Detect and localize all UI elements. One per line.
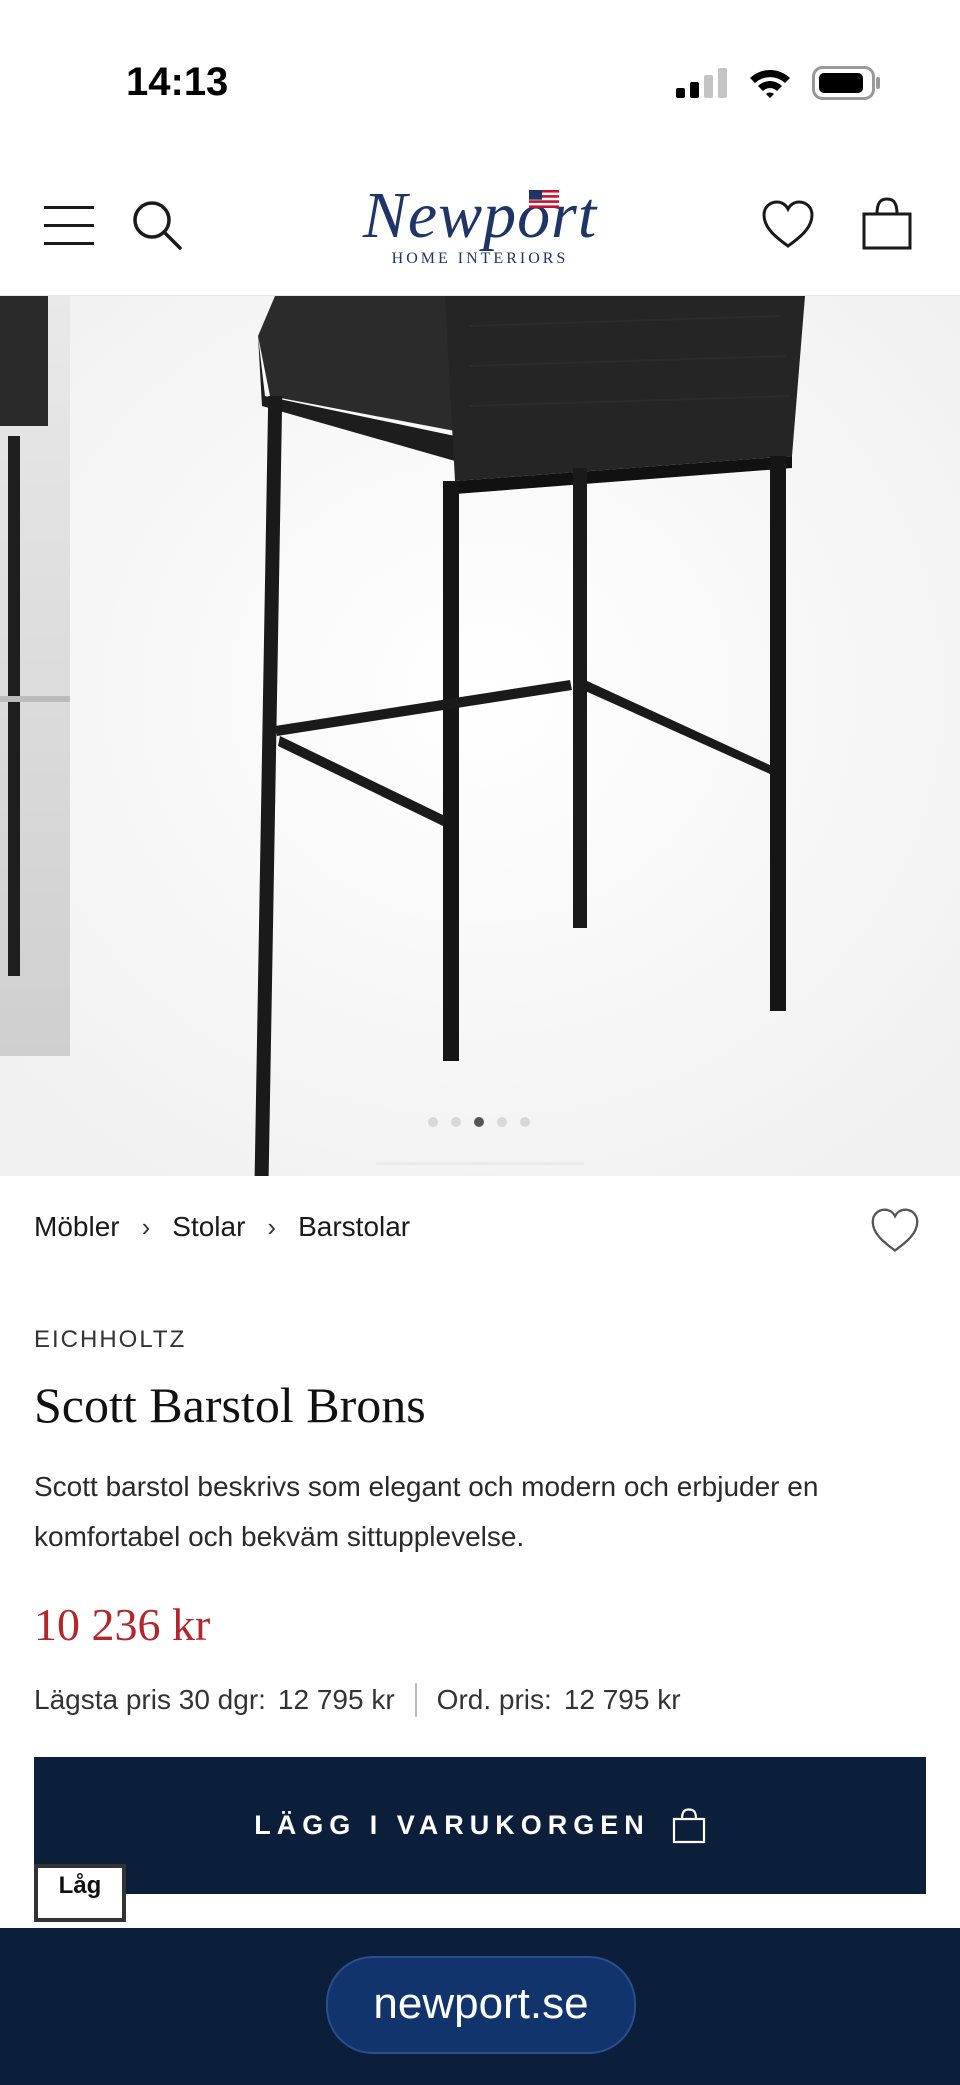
product-image[interactable] xyxy=(0,296,960,1176)
status-time: 14:13 xyxy=(126,60,229,104)
lowest-price-label: Lägsta pris 30 dgr: xyxy=(34,1684,266,1715)
breadcrumb-separator: › xyxy=(267,1211,277,1242)
add-to-cart-button[interactable]: LÄGG I VARUKORGEN xyxy=(34,1757,926,1894)
gallery-pagination xyxy=(428,1117,530,1127)
add-to-cart-label: LÄGG I VARUKORGEN xyxy=(254,1810,650,1840)
stock-status-badge: Låg xyxy=(34,1864,126,1922)
menu-line xyxy=(44,242,94,245)
ordinary-price-label: Ord. pris: xyxy=(436,1684,552,1715)
browser-bottom-bar: newport.se xyxy=(0,1928,960,2085)
search-button[interactable] xyxy=(130,198,184,252)
product-brand[interactable]: EICHHOLTZ xyxy=(34,1326,186,1354)
price-divider xyxy=(414,1683,417,1717)
pagination-dot[interactable] xyxy=(497,1117,507,1127)
menu-line xyxy=(44,224,94,227)
pagination-dot-active[interactable] xyxy=(474,1117,484,1127)
product-price: 10 236 kr xyxy=(34,1599,211,1650)
breadcrumb-separator: › xyxy=(141,1211,151,1242)
breadcrumb-item-barstolar[interactable]: Barstolar xyxy=(298,1211,410,1243)
ordinary-price-value: 12 795 kr xyxy=(563,1684,681,1715)
address-bar[interactable]: newport.se xyxy=(326,1956,636,2054)
wifi-icon xyxy=(750,70,790,98)
pagination-dot[interactable] xyxy=(520,1117,530,1127)
product-description: Scott barstol beskrivs som elegant och m… xyxy=(34,1471,819,1552)
price-info: Lägsta pris 30 dgr: 12 795 kr Ord. pris:… xyxy=(34,1683,681,1717)
breadcrumb-item-mobler[interactable]: Möbler xyxy=(34,1211,120,1243)
product-title: Scott Barstol Brons xyxy=(34,1377,426,1433)
product-gallery[interactable] xyxy=(0,296,960,1176)
shopping-bag-icon xyxy=(862,197,912,250)
add-to-wishlist-button[interactable] xyxy=(868,1206,922,1256)
breadcrumb: Möbler › Stolar › Barstolar xyxy=(34,1211,410,1243)
site-logo[interactable]: Newport HOME INTERIORS xyxy=(330,178,630,288)
pagination-dot[interactable] xyxy=(428,1117,438,1127)
search-icon xyxy=(133,201,182,250)
breadcrumb-item-stolar[interactable]: Stolar xyxy=(172,1211,245,1243)
menu-button[interactable] xyxy=(44,204,94,246)
us-flag-icon xyxy=(529,190,559,208)
site-header: Newport HOME INTERIORS xyxy=(0,170,960,296)
battery-icon xyxy=(812,66,880,100)
wishlist-button[interactable] xyxy=(760,198,816,252)
cart-button[interactable] xyxy=(860,196,914,252)
heart-icon xyxy=(762,200,814,248)
logo-wordmark: Newport xyxy=(362,179,598,252)
pagination-dot[interactable] xyxy=(451,1117,461,1127)
heart-icon xyxy=(871,1208,919,1252)
cellular-signal-icon xyxy=(676,68,727,98)
status-icons xyxy=(676,66,882,100)
menu-line xyxy=(44,206,94,209)
lowest-price-value: 12 795 kr xyxy=(277,1684,395,1715)
status-bar: 14:13 xyxy=(0,0,960,170)
shopping-bag-icon xyxy=(672,1807,705,1843)
